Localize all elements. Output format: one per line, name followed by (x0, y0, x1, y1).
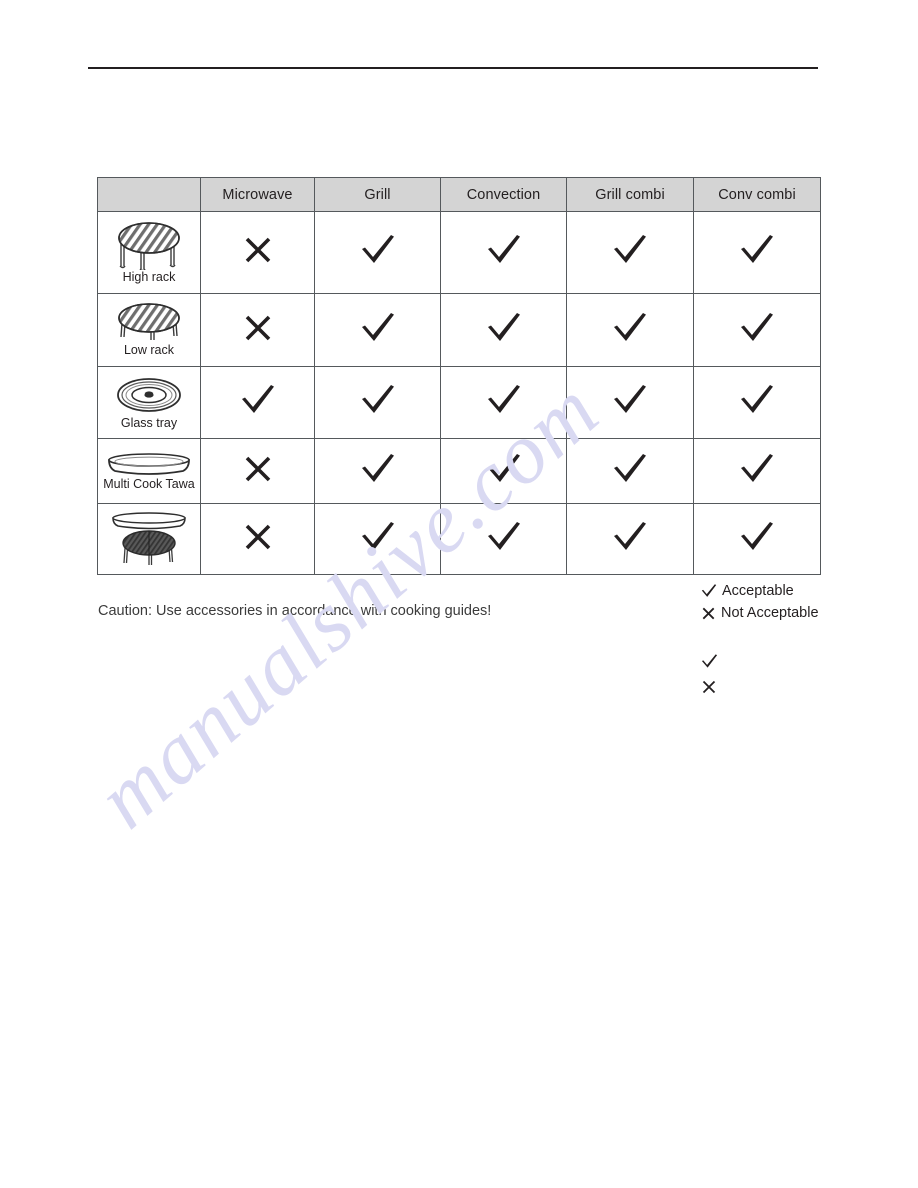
cell-grill-combi (566, 438, 694, 504)
check-icon (484, 451, 524, 487)
cell-microwave (200, 211, 315, 294)
legend-extra-check (700, 648, 719, 674)
accessory-label: High rack (122, 269, 176, 284)
check-icon (358, 519, 398, 555)
low-rack-icon (118, 303, 180, 341)
check-icon (737, 519, 777, 555)
column-header-microwave: Microwave (200, 177, 315, 212)
check-icon (737, 451, 777, 487)
check-icon (700, 582, 718, 600)
cell-conv-combi (693, 438, 821, 504)
column-header-grill: Grill (314, 177, 441, 212)
legend-label-not-acceptable: Not Acceptable (721, 605, 819, 621)
legend-extra-symbols (700, 648, 719, 700)
glass-tray-icon (117, 377, 181, 412)
table-row: Low rack (97, 293, 821, 367)
cell-grill (314, 366, 441, 439)
legend-extra-cross (700, 674, 719, 700)
check-icon (484, 519, 524, 555)
table-row: Glass tray (97, 366, 821, 439)
cell-conv-combi (693, 211, 821, 294)
cell-conv-combi (693, 503, 821, 575)
cell-microwave (200, 366, 315, 439)
check-icon (610, 519, 650, 555)
accessory-cell: High rack (97, 211, 201, 294)
cross-icon (700, 678, 718, 696)
check-icon (737, 382, 777, 418)
cell-grill (314, 211, 441, 294)
check-icon (610, 451, 650, 487)
table-row (97, 503, 821, 575)
accessory-label: Multi Cook Tawa (103, 477, 195, 492)
column-header-grill-combi: Grill combi (566, 177, 694, 212)
cell-grill (314, 438, 441, 504)
check-icon (238, 382, 278, 418)
check-icon (610, 232, 650, 268)
accessory-label: Low rack (123, 343, 175, 358)
cross-icon (240, 519, 276, 555)
cross-icon (240, 232, 276, 268)
check-icon (358, 451, 398, 487)
cell-grill-combi (566, 211, 694, 294)
tawa-on-low-rack-icon (112, 512, 186, 565)
column-header-convection: Convection (440, 177, 567, 212)
column-header-accessory (97, 177, 201, 212)
legend-label-acceptable: Acceptable (722, 583, 794, 599)
cross-icon (700, 605, 717, 622)
cell-convection (440, 438, 567, 504)
accessory-cell: Low rack (97, 293, 201, 367)
check-icon (484, 382, 524, 418)
cell-convection (440, 293, 567, 367)
multi-cook-tawa-icon (108, 453, 190, 475)
cell-convection (440, 366, 567, 439)
cell-grill-combi (566, 293, 694, 367)
cell-grill-combi (566, 503, 694, 575)
cell-microwave (200, 438, 315, 504)
check-icon (610, 310, 650, 346)
accessory-compatibility-table: Microwave Grill Convection Grill combi C… (97, 177, 821, 575)
legend-item-acceptable: Acceptable (700, 580, 819, 602)
check-icon (737, 232, 777, 268)
cross-icon (240, 310, 276, 346)
cell-conv-combi (693, 293, 821, 367)
cell-grill (314, 503, 441, 575)
cross-icon (240, 451, 276, 487)
accessory-cell: Glass tray (97, 366, 201, 439)
cell-microwave (200, 293, 315, 367)
table-row: Multi Cook Tawa (97, 438, 821, 504)
legend: Acceptable Not Acceptable (700, 580, 819, 624)
cell-convection (440, 211, 567, 294)
check-icon (358, 382, 398, 418)
accessory-cell (97, 503, 201, 575)
check-icon (484, 310, 524, 346)
accessory-cell: Multi Cook Tawa (97, 438, 201, 504)
caution-caption: Caution: Use accessories in accordance w… (98, 603, 492, 619)
table-header-row: Microwave Grill Convection Grill combi C… (97, 177, 821, 212)
accessory-label: Glass tray (120, 415, 178, 430)
cell-grill (314, 293, 441, 367)
high-rack-icon (118, 221, 180, 270)
cell-microwave (200, 503, 315, 575)
header-rule (88, 67, 818, 69)
check-icon (358, 232, 398, 268)
check-icon (700, 652, 719, 671)
check-icon (358, 310, 398, 346)
column-header-conv-combi: Conv combi (693, 177, 821, 212)
table-row: High rack (97, 211, 821, 294)
check-icon (610, 382, 650, 418)
legend-item-not-acceptable: Not Acceptable (700, 602, 819, 624)
cell-grill-combi (566, 366, 694, 439)
check-icon (737, 310, 777, 346)
cell-conv-combi (693, 366, 821, 439)
check-icon (484, 232, 524, 268)
cell-convection (440, 503, 567, 575)
